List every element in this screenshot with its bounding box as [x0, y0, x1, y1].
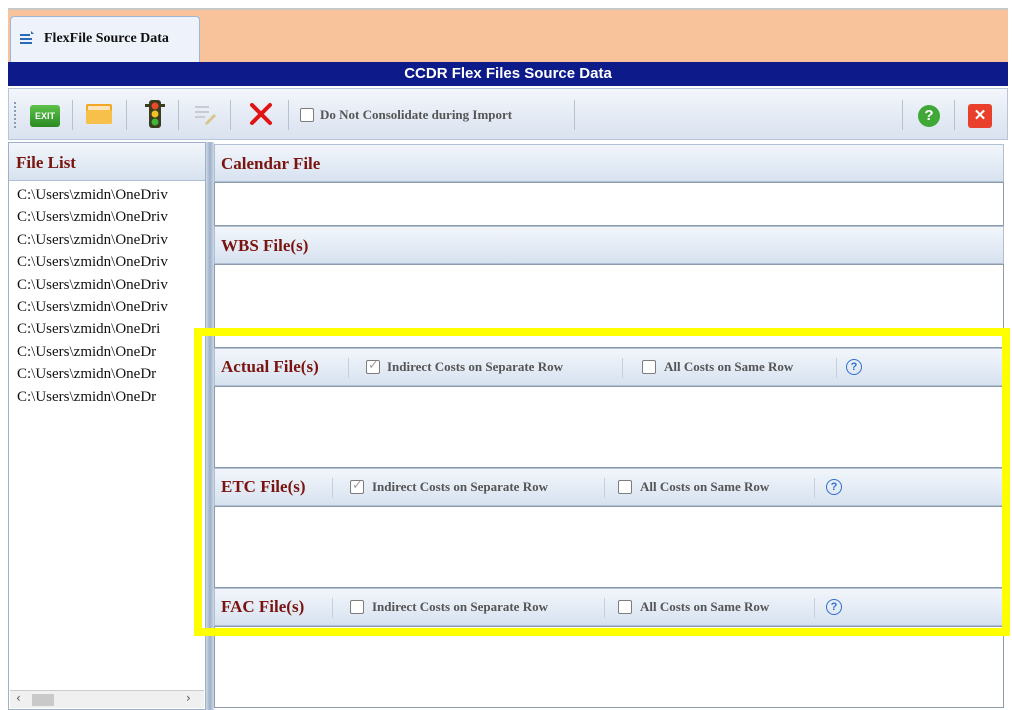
- etc-file-list[interactable]: [214, 506, 1004, 588]
- close-icon[interactable]: ✕: [968, 104, 992, 128]
- fac-indirect-label: Indirect Costs on Separate Row: [372, 599, 548, 614]
- fac-same-row-label: All Costs on Same Row: [640, 599, 770, 614]
- separator: [622, 358, 623, 378]
- delete-button[interactable]: [248, 100, 274, 128]
- separator: [836, 358, 837, 378]
- exit-button[interactable]: EXIT: [30, 105, 60, 127]
- file-list-item[interactable]: C:\Users\zmidn\OneDriv: [17, 274, 203, 296]
- fac-file-list[interactable]: [214, 626, 1004, 708]
- toolbar-separator: [288, 100, 289, 130]
- separator: [604, 478, 605, 498]
- etc-same-row-checkbox[interactable]: [618, 480, 632, 494]
- tab-label: FlexFile Source Data: [44, 31, 169, 46]
- actual-file-list[interactable]: [214, 386, 1004, 468]
- toolbar-separator: [72, 100, 73, 130]
- file-list-item[interactable]: C:\Users\zmidn\OneDriv: [17, 206, 203, 228]
- horizontal-scrollbar[interactable]: ‹ ›: [10, 690, 204, 708]
- separator: [348, 358, 349, 378]
- etc-section-title: ETC File(s): [221, 477, 306, 496]
- traffic-light-button[interactable]: [144, 98, 166, 130]
- file-list-item[interactable]: C:\Users\zmidn\OneDriv: [17, 251, 203, 273]
- toolbar-separator: [126, 100, 127, 130]
- edit-list-button[interactable]: [192, 102, 218, 128]
- file-list-item[interactable]: C:\Users\zmidn\OneDr: [17, 386, 203, 408]
- scroll-left-icon[interactable]: ‹: [16, 691, 21, 705]
- separator: [604, 598, 605, 618]
- traffic-light-icon: [145, 100, 165, 128]
- toolbar-grip: [14, 102, 18, 128]
- scroll-right-icon[interactable]: ›: [186, 691, 191, 705]
- actual-section-title: Actual File(s): [221, 357, 319, 376]
- toolbar-separator: [902, 100, 903, 130]
- file-list-item[interactable]: C:\Users\zmidn\OneDriv: [17, 184, 203, 206]
- file-list-item[interactable]: C:\Users\zmidn\OneDri: [17, 318, 203, 340]
- toolbar-separator: [954, 100, 955, 130]
- file-list-item[interactable]: C:\Users\zmidn\OneDriv: [17, 296, 203, 318]
- folder-icon: [86, 104, 112, 124]
- separator: [332, 598, 333, 618]
- fac-help-icon[interactable]: ?: [826, 599, 842, 615]
- fac-indirect-checkbox[interactable]: [350, 600, 364, 614]
- file-list-item[interactable]: C:\Users\zmidn\OneDriv: [17, 229, 203, 251]
- wbs-section-header: [214, 226, 1004, 264]
- actual-same-row-checkbox[interactable]: [642, 360, 656, 374]
- fac-section-title: FAC File(s): [221, 597, 305, 616]
- file-list-title: File List: [16, 153, 76, 172]
- file-list-item[interactable]: C:\Users\zmidn\OneDr: [17, 363, 203, 385]
- actual-section-header: [214, 348, 1004, 386]
- separator: [814, 598, 815, 618]
- etc-indirect-label: Indirect Costs on Separate Row: [372, 479, 548, 494]
- toolbar-separator: [178, 100, 179, 130]
- calendar-file-list[interactable]: [214, 182, 1004, 226]
- separator: [332, 478, 333, 498]
- document-icon: [18, 30, 36, 48]
- etc-indirect-checkbox[interactable]: [350, 478, 364, 494]
- edit-list-icon: [195, 106, 216, 125]
- fac-same-row-checkbox[interactable]: [618, 600, 632, 614]
- consolidate-label: Do Not Consolidate during Import: [320, 107, 513, 122]
- actual-indirect-label: Indirect Costs on Separate Row: [387, 359, 563, 374]
- etc-same-row-label: All Costs on Same Row: [640, 479, 770, 494]
- wbs-section-title: WBS File(s): [221, 236, 309, 255]
- consolidate-checkbox[interactable]: [300, 108, 314, 122]
- wbs-file-list[interactable]: [214, 264, 1004, 348]
- scroll-thumb[interactable]: [32, 694, 54, 706]
- delete-icon: [250, 103, 272, 125]
- actual-same-row-label: All Costs on Same Row: [664, 359, 794, 374]
- open-folder-button[interactable]: [84, 100, 114, 128]
- toolbar-separator: [230, 100, 231, 130]
- help-icon[interactable]: ?: [918, 105, 940, 127]
- actual-help-icon[interactable]: ?: [846, 359, 862, 375]
- panel-splitter[interactable]: [206, 142, 214, 710]
- window-title: CCDR Flex Files Source Data: [8, 62, 1008, 86]
- file-list-item[interactable]: C:\Users\zmidn\OneDr: [17, 341, 203, 363]
- calendar-section-title: Calendar File: [221, 154, 321, 173]
- actual-indirect-checkbox[interactable]: [366, 358, 380, 374]
- etc-help-icon[interactable]: ?: [826, 479, 842, 495]
- calendar-section-header: [214, 144, 1004, 182]
- toolbar-separator: [574, 100, 575, 130]
- separator: [814, 478, 815, 498]
- exit-label: EXIT: [34, 111, 55, 121]
